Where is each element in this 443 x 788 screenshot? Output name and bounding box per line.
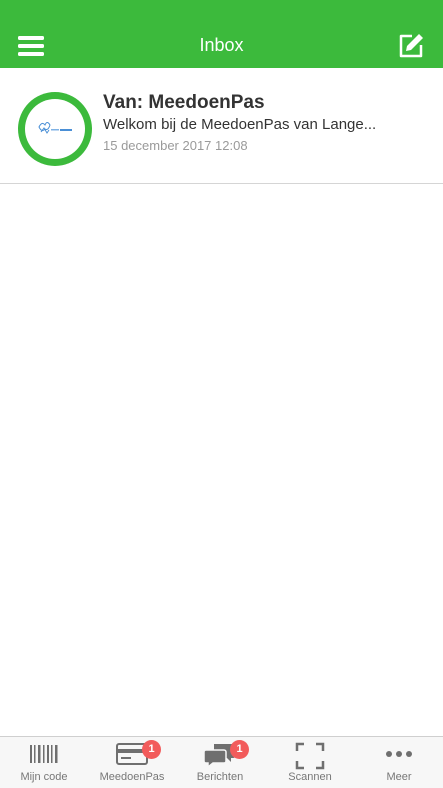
top-bar: Inbox: [0, 0, 443, 68]
message-item[interactable]: Van: MeedoenPas Welkom bij de MeedoenPas…: [0, 68, 443, 184]
message-preview: Welkom bij de MeedoenPas van Lange...: [103, 116, 377, 133]
scan-frame-icon: [295, 742, 325, 770]
page-title: Inbox: [199, 35, 244, 55]
tab-label: Scannen: [288, 771, 332, 783]
tab-scannen[interactable]: Scannen: [266, 737, 354, 788]
avatar: [18, 92, 92, 166]
organization-logo-icon: [25, 99, 85, 159]
tab-mijn-code[interactable]: Mijn code: [0, 737, 88, 788]
tab-label: Mijn code: [20, 771, 68, 783]
compose-button[interactable]: [389, 26, 433, 64]
tab-label: MeedoenPas: [99, 771, 165, 783]
tab-label: Berichten: [196, 771, 244, 783]
tab-meedoenpas[interactable]: 1 MeedoenPas: [88, 737, 176, 788]
tab-label: Meer: [386, 771, 412, 783]
notification-badge: 1: [230, 740, 249, 759]
compose-edit-icon: [399, 34, 423, 58]
tab-meer[interactable]: Meer: [355, 737, 443, 788]
more-dots-icon: [386, 751, 412, 757]
bottom-tab-bar: Mijn code 1 MeedoenPas 1 Berichten Scann…: [0, 736, 443, 788]
notification-badge: 1: [142, 740, 161, 759]
message-date: 15 december 2017 12:08: [103, 138, 248, 153]
tab-berichten[interactable]: 1 Berichten: [176, 737, 264, 788]
barcode-icon: [30, 745, 58, 763]
message-sender: Van: MeedoenPas: [103, 92, 265, 113]
app-screen: Inbox Van: MeedoenPas Welkom bij de Meed…: [0, 0, 443, 788]
